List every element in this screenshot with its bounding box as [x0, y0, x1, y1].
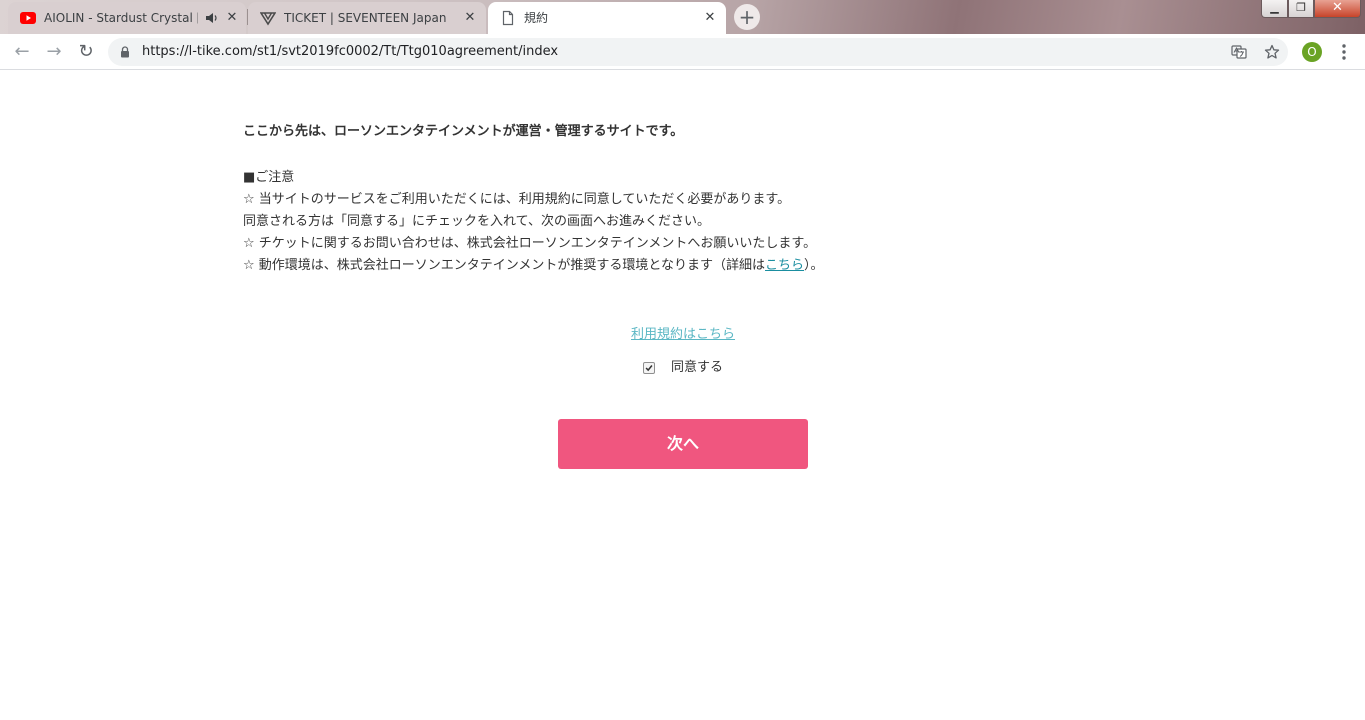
page-icon [502, 10, 514, 26]
profile-avatar[interactable]: O [1302, 42, 1322, 62]
forward-button[interactable]: → [43, 41, 65, 63]
page-content: ここから先は、ローソンエンタテインメントが運営・管理するサイトです。 ■ご注意 … [0, 71, 1365, 720]
youtube-icon [20, 12, 36, 24]
tab-aiolin[interactable]: AIOLIN - Stardust Crystal [Of ✕ [8, 2, 246, 34]
notice-heading: ■ご注意 [243, 170, 295, 185]
close-icon[interactable]: ✕ [702, 10, 718, 26]
maximize-icon: ❐ [1296, 1, 1306, 14]
maximize-button[interactable]: ❐ [1288, 0, 1314, 18]
tab-title: AIOLIN - Stardust Crystal [Of [44, 11, 198, 25]
back-button[interactable]: ← [11, 41, 33, 63]
speaker-icon[interactable] [204, 10, 220, 26]
notice-text: ）。 [804, 258, 824, 273]
lock-icon[interactable] [120, 46, 130, 58]
tab-seventeen[interactable]: TICKET | SEVENTEEN Japan officia ✕ [248, 2, 486, 34]
minimize-icon: ▁ [1270, 1, 1279, 14]
close-icon[interactable]: ✕ [224, 10, 240, 26]
bookmark-star-icon[interactable] [1264, 44, 1280, 60]
intro-text: ここから先は、ローソンエンタテインメントが運営・管理するサイトです。 [243, 124, 684, 139]
tab-title: TICKET | SEVENTEEN Japan officia [284, 11, 448, 25]
notice-section: ■ご注意 ☆ 当サイトのサービスをご利用いただくには、利用規約に同意していただく… [243, 167, 824, 277]
reload-button[interactable]: ↻ [75, 41, 97, 63]
address-bar[interactable]: https://l-tike.com/st1/svt2019fc0002/Tt/… [108, 38, 1288, 66]
agree-checkbox[interactable] [643, 362, 655, 374]
browser-toolbar: ← → ↻ https://l-tike.com/st1/svt2019fc00… [0, 34, 1365, 70]
new-tab-button[interactable]: + [734, 4, 760, 30]
notice-line: ☆ チケットに関するお問い合わせは、株式会社ローソンエンタテインメントへお願いい… [243, 236, 817, 251]
notice-line-environment: ☆ 動作環境は、株式会社ローソンエンタテインメントが推奨する環境となります（詳細… [243, 255, 824, 277]
url-text[interactable]: https://l-tike.com/st1/svt2019fc0002/Tt/… [142, 44, 558, 60]
close-window-button[interactable]: ✕ [1314, 0, 1361, 18]
notice-text: ☆ 動作環境は、株式会社ローソンエンタテインメントが推奨する環境となります（詳細… [243, 258, 766, 273]
tab-agreement[interactable]: 規約 ✕ [488, 2, 726, 34]
more-menu-icon[interactable] [1336, 42, 1352, 62]
close-icon[interactable]: ✕ [462, 10, 478, 26]
translate-icon[interactable] [1231, 44, 1247, 60]
details-link[interactable]: こちら [765, 258, 804, 273]
notice-line: 同意される方は「同意する」にチェックを入れて、次の画面へお進みください。 [243, 214, 710, 229]
seventeen-logo-icon [260, 12, 276, 26]
minimize-button[interactable]: ▁ [1261, 0, 1288, 18]
close-icon: ✕ [1332, 0, 1343, 15]
next-button[interactable]: 次へ [558, 419, 808, 469]
notice-line: ☆ 当サイトのサービスをご利用いただくには、利用規約に同意していただく必要があり… [243, 192, 791, 207]
tab-title: 規約 [524, 11, 549, 25]
terms-link[interactable]: 利用規約はこちら [631, 327, 735, 343]
agree-label[interactable]: 同意する [671, 359, 723, 377]
tab-strip: AIOLIN - Stardust Crystal [Of ✕ TICKET |… [0, 0, 1365, 34]
